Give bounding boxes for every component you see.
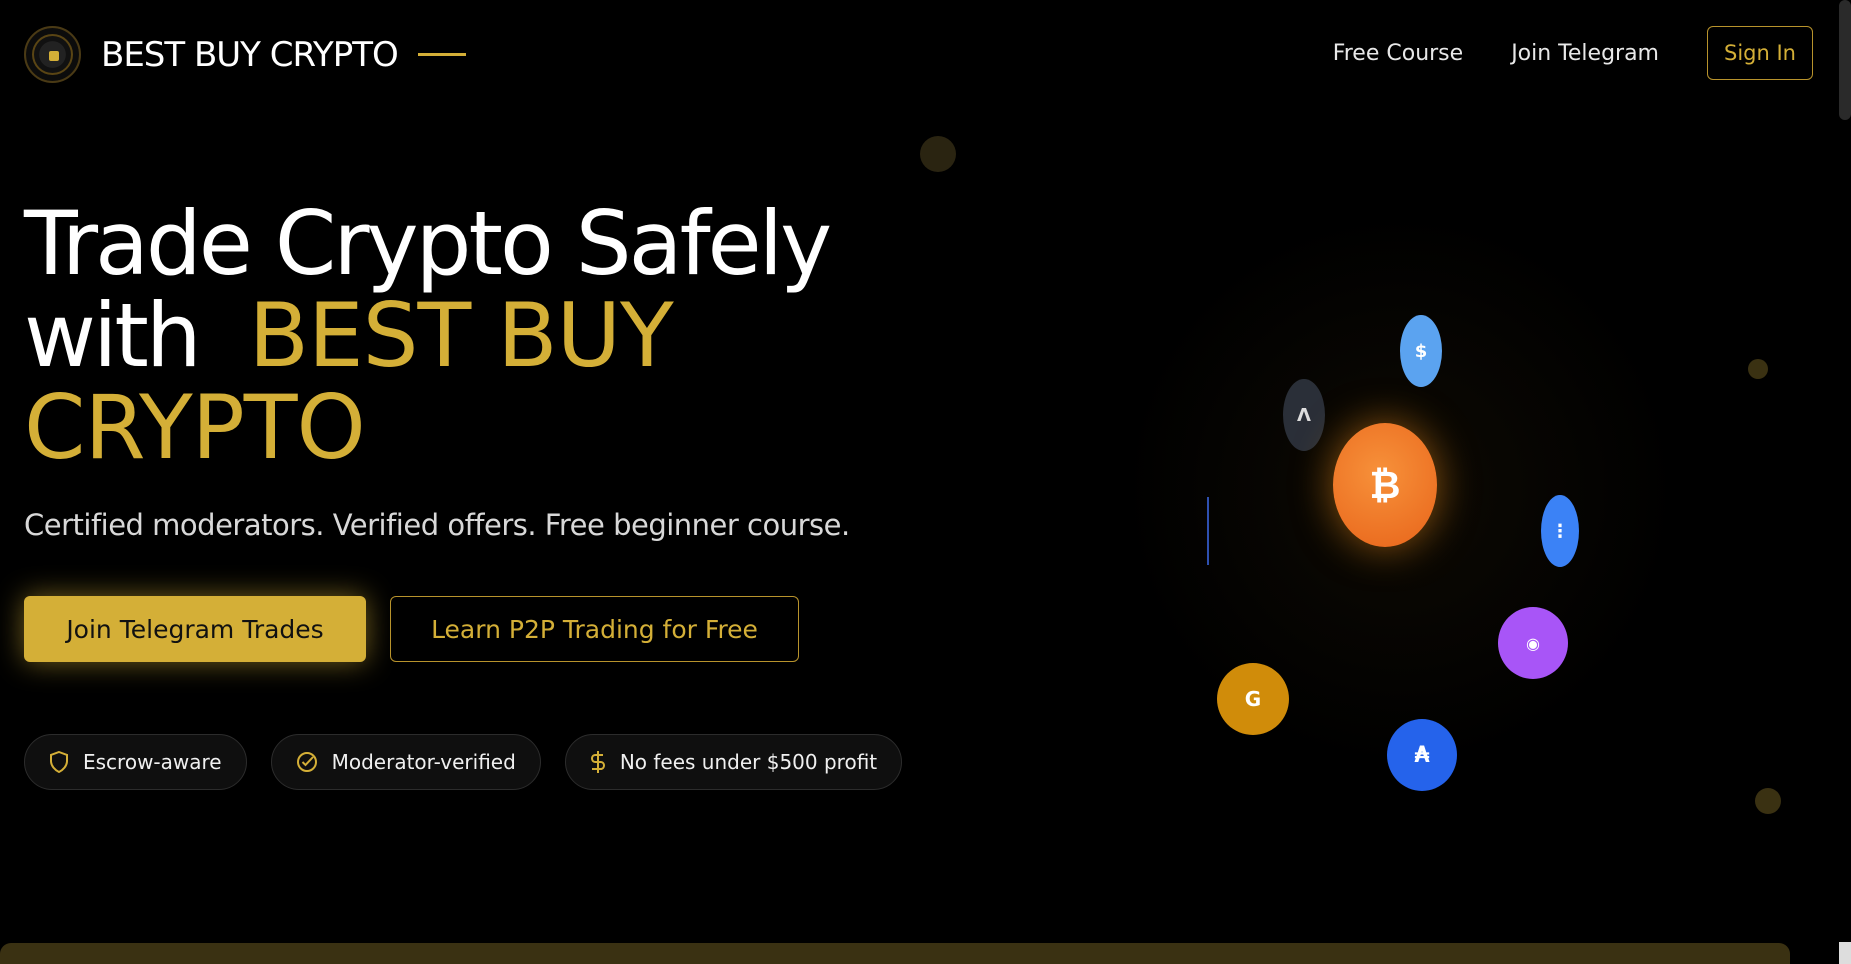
nav-link-join-telegram[interactable]: Join Telegram — [1511, 41, 1659, 66]
bitcoin-coin-icon: ₿ — [1333, 423, 1437, 547]
badge-label: No fees under $500 profit — [619, 750, 878, 774]
hero-subtitle: Certified moderators. Verified offers. F… — [24, 508, 850, 542]
usd-coin-icon: $ — [1400, 315, 1442, 387]
cardano-coin-icon: ₳ — [1387, 719, 1457, 791]
sign-in-button[interactable]: Sign In — [1707, 26, 1813, 80]
brand-link[interactable]: BEST BUY CRYPTO — [24, 26, 466, 83]
top-nav: BEST BUY CRYPTO Free Course Join Telegra… — [0, 0, 1851, 110]
hero-title-brand-1: BEST BUY — [248, 284, 674, 387]
badge-fees: No fees under $500 profit — [564, 734, 903, 790]
hero-title-with: with — [24, 284, 202, 387]
polygon-coin-icon: ◉ — [1498, 607, 1568, 679]
nav-link-free-course[interactable]: Free Course — [1333, 41, 1464, 66]
decor-dot — [1748, 359, 1768, 379]
feature-badges: Escrow-aware Moderator-verified No fees … — [24, 734, 926, 790]
gold-coin-icon: G — [1217, 663, 1289, 735]
decor-dot — [920, 136, 956, 172]
decor-dot — [1755, 788, 1781, 814]
brand-name: BEST BUY CRYPTO — [101, 34, 399, 75]
logo-icon — [24, 26, 81, 83]
ethereum-coin-icon: ⋮ — [1541, 495, 1579, 567]
hero-title-brand-2: CRYPTO — [24, 376, 366, 479]
learn-p2p-button[interactable]: Learn P2P Trading for Free — [390, 596, 799, 662]
badge-label: Moderator-verified — [331, 750, 516, 774]
decor-line — [1207, 497, 1209, 565]
hero-title-line1: Trade Crypto Safely — [24, 192, 832, 295]
nav-links: Free Course Join Telegram Sign In — [1333, 26, 1813, 80]
bottom-section-edge — [0, 943, 1790, 964]
shield-icon — [50, 751, 68, 773]
check-circle-icon — [296, 752, 317, 772]
brand-underline — [417, 53, 466, 56]
join-telegram-trades-button[interactable]: Join Telegram Trades — [24, 596, 366, 662]
crypto-orbit-visual: $ Λ ₿ ⋮ ◉ G ₳ — [920, 110, 1820, 890]
scroll-corner — [1839, 942, 1851, 964]
badge-moderator: Moderator-verified — [270, 734, 541, 790]
arbitrum-coin-icon: Λ — [1283, 379, 1325, 451]
badge-label: Escrow-aware — [83, 750, 222, 774]
hero-title: Trade Crypto Safely with BEST BUY CRYPTO — [24, 198, 854, 474]
dollar-icon — [590, 751, 605, 773]
scrollbar[interactable] — [1839, 0, 1851, 120]
badge-escrow: Escrow-aware — [24, 734, 247, 790]
